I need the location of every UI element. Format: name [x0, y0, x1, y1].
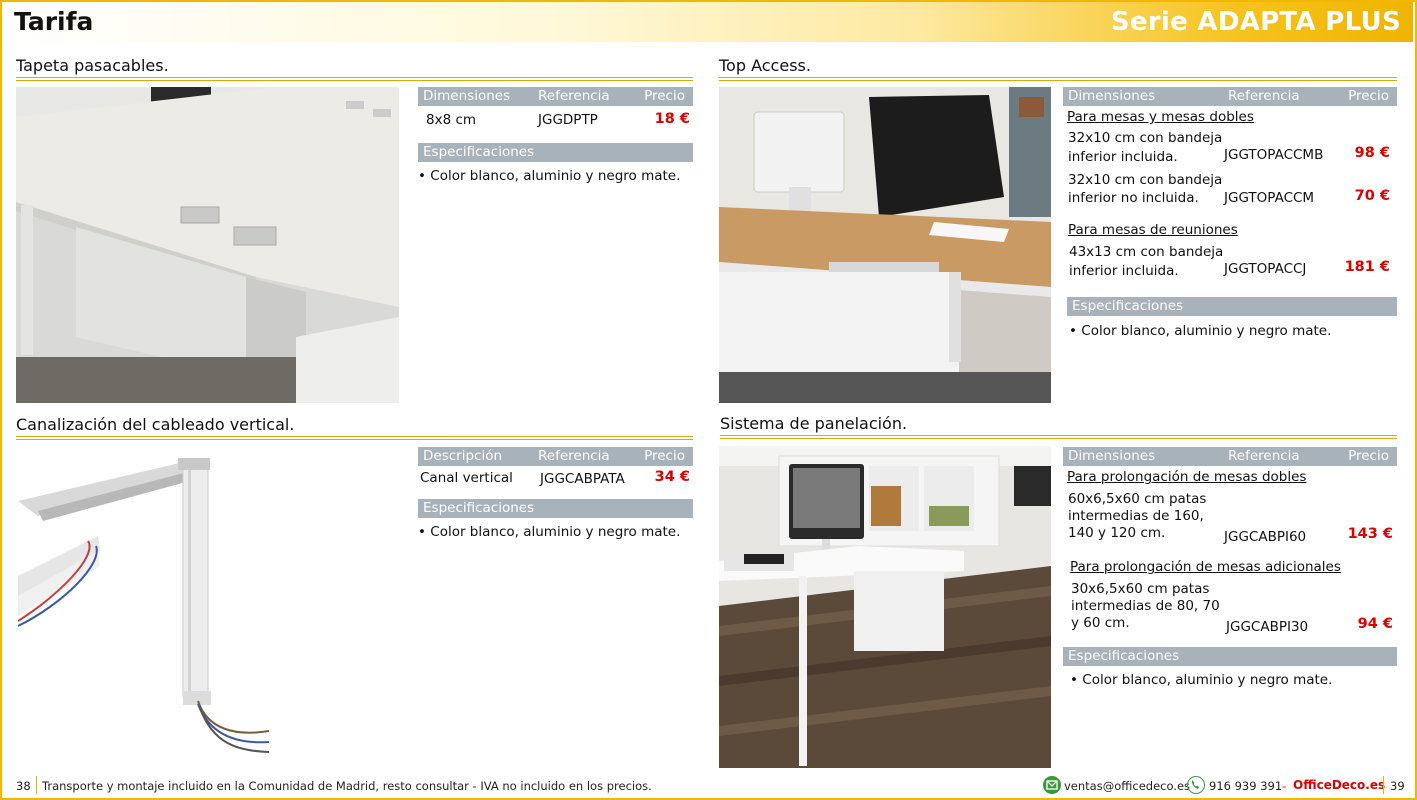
footer-separator: - — [1282, 779, 1287, 793]
col-referencia: Referencia — [538, 448, 610, 464]
footer-divider — [36, 776, 37, 794]
spec-text: Color blanco, aluminio y negro mate. — [1082, 672, 1333, 688]
footer-phone[interactable]: 916 939 391 — [1209, 779, 1282, 793]
section-rule — [719, 77, 1397, 81]
col-precio: Precio — [1348, 88, 1389, 104]
cell-price: 70 € — [1354, 188, 1390, 204]
cell-price: 143 € — [1347, 526, 1393, 542]
col-dimensiones: Dimensiones — [1068, 448, 1156, 464]
footer-email[interactable]: ventas@officedeco.es — [1064, 779, 1190, 793]
cell-dimension: intermedias de 80, 70 — [1071, 598, 1220, 614]
table-header-tapeta: Dimensiones Referencia Precio — [418, 87, 693, 106]
cell-reference: JGGDPTP — [538, 112, 598, 128]
cell-reference: JGGTOPACCJ — [1224, 261, 1307, 277]
cell-dimension: 8x8 cm — [426, 112, 477, 128]
table-header-panelacion: Dimensiones Referencia Precio — [1063, 447, 1397, 466]
group-label: Para prolongación de mesas adicionales — [1070, 559, 1341, 575]
col-descripcion: Descripción — [423, 448, 503, 464]
cell-price: 18 € — [654, 111, 690, 127]
cell-reference: JGGTOPACCM — [1224, 190, 1315, 206]
cell-reference: JGGCABPI60 — [1224, 529, 1307, 545]
cell-reference: JGGCABPATA — [540, 471, 625, 487]
photo-sistema-panelacion — [719, 446, 1051, 768]
group-label: Para mesas de reuniones — [1068, 222, 1238, 238]
cell-dimension: 60x6,5x60 cm patas — [1068, 491, 1207, 507]
col-referencia: Referencia — [1228, 88, 1300, 104]
section-rule — [16, 77, 693, 81]
group-label: Para prolongación de mesas dobles — [1067, 469, 1307, 485]
section-title-tapeta: Tapeta pasacables. — [16, 56, 169, 75]
email-icon — [1043, 776, 1061, 794]
photo-tapeta-pasacables — [16, 87, 399, 403]
spec-header-label: Especificaciones — [423, 144, 535, 160]
section-rule — [16, 436, 693, 440]
cell-dimension: inferior incluida. — [1068, 149, 1178, 165]
table-header-top-access: Dimensiones Referencia Precio — [1063, 87, 1397, 106]
cell-price: 98 € — [1354, 145, 1390, 161]
photo-canalizacion-vertical — [18, 446, 269, 770]
footer-note: Transporte y montaje incluido en la Comu… — [42, 779, 652, 793]
cell-dimension: intermedias de 160, — [1068, 508, 1204, 524]
page-number-left: 38 — [16, 779, 31, 793]
table-header-canalizacion: Descripción Referencia Precio — [418, 447, 693, 466]
footer-divider — [1383, 776, 1384, 794]
spec-header-label: Especificaciones — [1068, 648, 1180, 664]
cell-dimension: 32x10 cm con bandeja — [1068, 130, 1223, 146]
spec-item: • Color blanco, aluminio y negro mate. — [1069, 323, 1332, 339]
col-dimensiones: Dimensiones — [423, 88, 511, 104]
cell-dimension: 140 y 120 cm. — [1068, 525, 1166, 541]
cell-price: 181 € — [1344, 259, 1390, 275]
spec-item: • Color blanco, aluminio y negro mate. — [1070, 672, 1333, 688]
phone-icon — [1187, 776, 1205, 794]
spec-item: • Color blanco, aluminio y negro mate. — [418, 168, 681, 184]
spec-text: Color blanco, aluminio y negro mate. — [1081, 323, 1332, 339]
footer-brand[interactable]: OfficeDeco.es — [1293, 778, 1385, 792]
page-title: Tarifa — [14, 7, 94, 36]
spec-item: • Color blanco, aluminio y negro mate. — [418, 524, 681, 540]
cell-dimension: 30x6,5x60 cm patas — [1071, 581, 1210, 597]
spec-header-tapeta: Especificaciones — [418, 143, 693, 162]
section-title-canalizacion: Canalización del cableado vertical. — [16, 415, 295, 434]
col-referencia: Referencia — [538, 88, 610, 104]
col-precio: Precio — [644, 448, 685, 464]
spec-text: Color blanco, aluminio y negro mate. — [430, 524, 681, 540]
group-label: Para mesas y mesas dobles — [1067, 109, 1254, 125]
spec-header-label: Especificaciones — [1072, 298, 1184, 314]
spec-header-canalizacion: Especificaciones — [418, 499, 693, 518]
cell-dimension: 43x13 cm con bandeja — [1069, 244, 1224, 260]
cell-dimension: 32x10 cm con bandeja — [1068, 172, 1223, 188]
cell-dimension: y 60 cm. — [1071, 615, 1130, 631]
col-referencia: Referencia — [1228, 448, 1300, 464]
cell-dimension: inferior no incluida. — [1068, 190, 1199, 206]
spec-header-panelacion: Especificaciones — [1063, 647, 1397, 666]
cell-price: 34 € — [654, 469, 690, 485]
col-precio: Precio — [644, 88, 685, 104]
cell-description: Canal vertical — [420, 470, 513, 486]
section-title-panelacion: Sistema de panelación. — [720, 414, 908, 433]
page-header: Tarifa Serie ADAPTA PLUS — [2, 2, 1413, 42]
spec-header-label: Especificaciones — [423, 500, 535, 516]
col-dimensiones: Dimensiones — [1068, 88, 1156, 104]
cell-reference: JGGCABPI30 — [1226, 619, 1309, 635]
col-precio: Precio — [1348, 448, 1389, 464]
section-title-top-access: Top Access. — [719, 56, 811, 75]
section-rule — [720, 435, 1397, 439]
cell-price: 94 € — [1357, 616, 1393, 632]
photo-top-access — [719, 87, 1051, 403]
page-number-right: 39 — [1390, 779, 1405, 793]
spec-header-top-access: Especificaciones — [1067, 297, 1397, 316]
cell-dimension: inferior incluida. — [1069, 263, 1179, 279]
series-title: Serie ADAPTA PLUS — [1110, 7, 1401, 37]
spec-text: Color blanco, aluminio y negro mate. — [430, 168, 681, 184]
cell-reference: JGGTOPACCMB — [1224, 147, 1324, 163]
